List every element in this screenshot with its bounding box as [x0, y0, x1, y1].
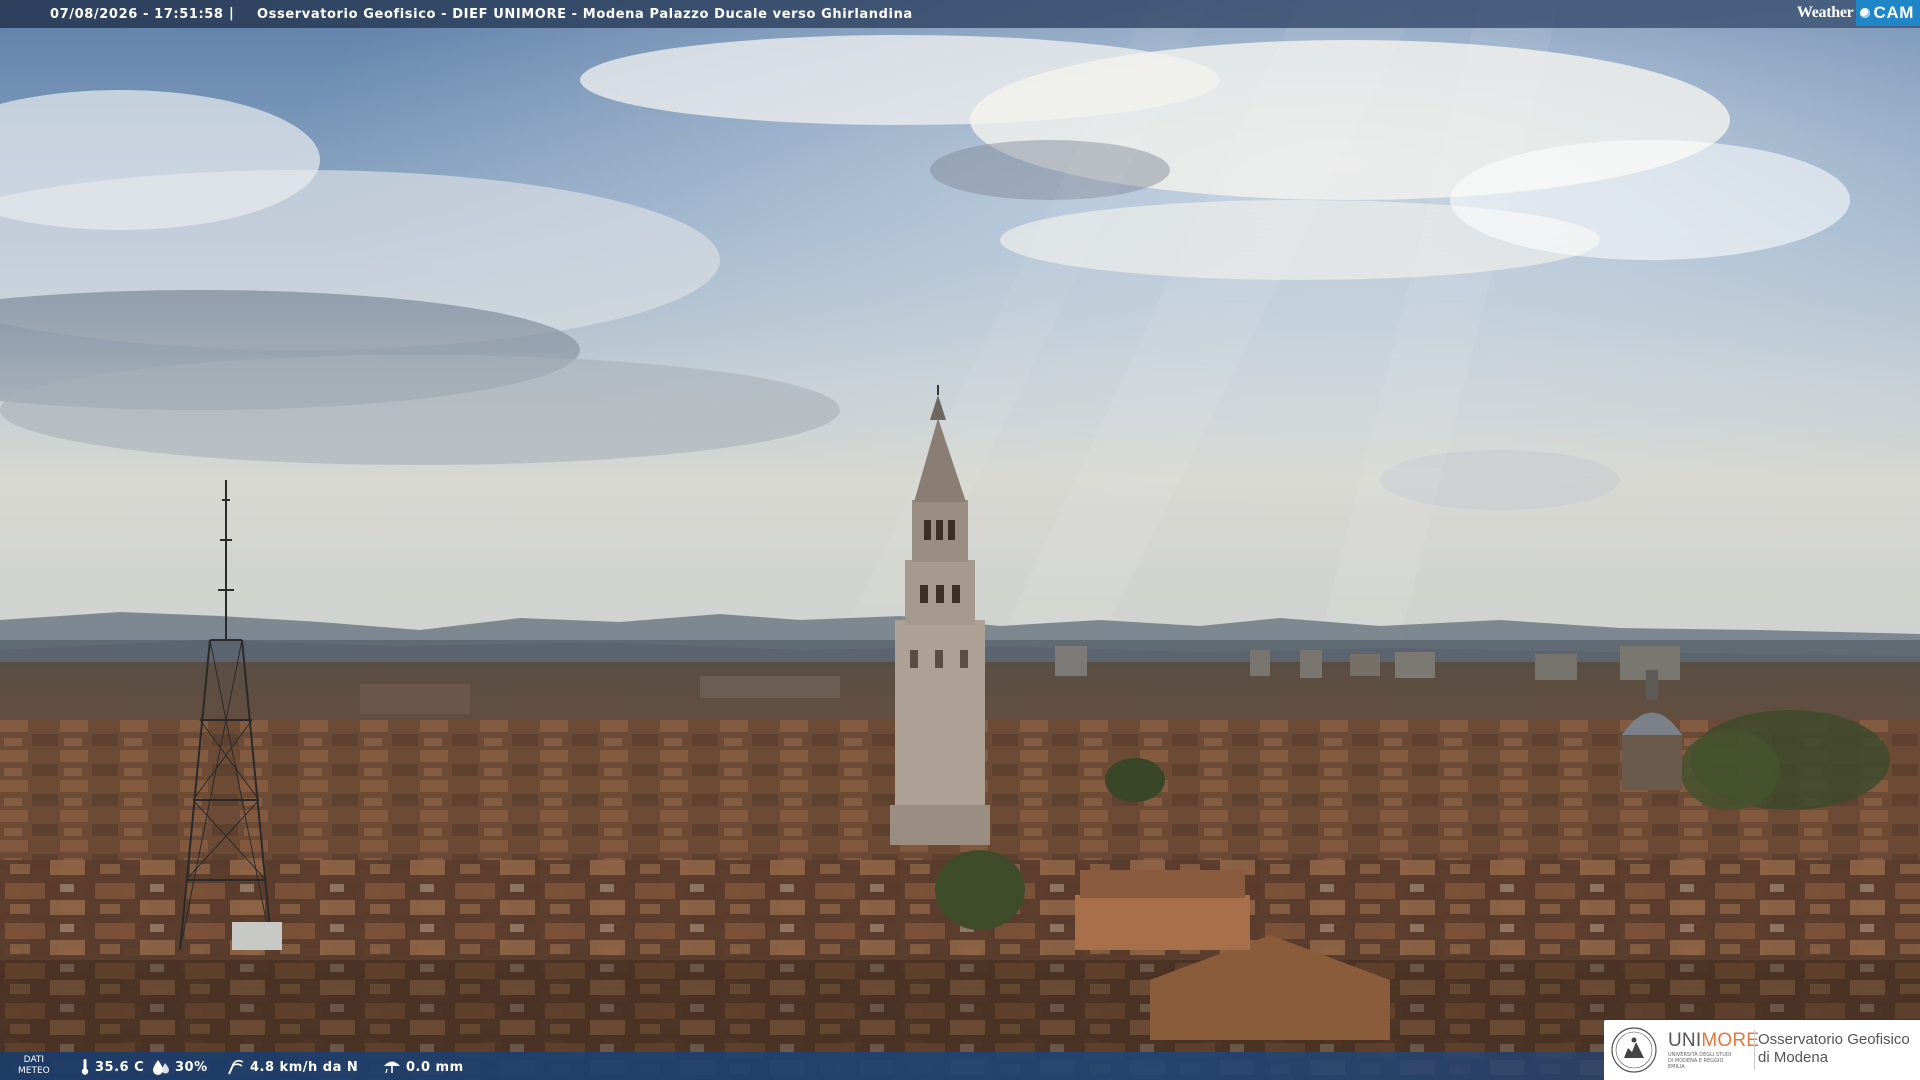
observatory-name-line1: Osservatorio Geofisico: [1758, 1031, 1910, 1048]
weathercam-logo-weather: Weather: [1796, 4, 1854, 21]
university-seal-icon: [1611, 1027, 1657, 1073]
wind-icon: [228, 1059, 244, 1075]
weather-data-label-line1: DATI: [23, 1055, 45, 1065]
weathercam-logo-cam: CAM: [1873, 3, 1914, 22]
timestamp: 07/08/2026 - 17:51:58: [50, 7, 224, 22]
temperature-value: 35.6 C: [95, 1059, 145, 1075]
unimore-wordmark-uni: UNI: [1668, 1030, 1702, 1051]
unimore-logo: UNIMORE UNIVERSITÀ DEGLI STUDI DI MODENA…: [1604, 1020, 1920, 1080]
humidity-drop-icon: [153, 1060, 169, 1075]
humidity-reading: 30%: [152, 1059, 208, 1075]
weathercam-logo: Weather CAM: [1797, 0, 1920, 26]
logo-divider: [1754, 1030, 1755, 1070]
observatory-name-line2: di Modena: [1758, 1049, 1829, 1066]
unimore-wordmark-more: MORE: [1701, 1030, 1760, 1051]
weather-data-label: DATI METEO: [18, 1055, 50, 1077]
rain-gauge-icon: [384, 1061, 400, 1074]
camera-location: Osservatorio Geofisico - DIEF UNIMORE - …: [257, 7, 913, 22]
camera-lens-icon: [1860, 8, 1871, 18]
camera-info-bar: 07/08/2026 - 17:51:58 | Osservatorio Geo…: [0, 0, 1920, 28]
separator: |: [229, 6, 235, 21]
rain-value: 0.0 mm: [406, 1059, 464, 1075]
wind-reading: 4.8 km/h da N: [225, 1059, 358, 1075]
humidity-value: 30%: [175, 1059, 208, 1075]
city-skyline-image: [0, 0, 1920, 1080]
observatory-name: Osservatorio Geofisico di Modena: [1758, 1031, 1910, 1067]
webcam-frame: 07/08/2026 - 17:51:58 | Osservatorio Geo…: [0, 0, 1920, 1080]
weather-data-label-line2: METEO: [18, 1066, 50, 1076]
weathercam-logo-cam-block: CAM: [1856, 0, 1920, 26]
wind-value: 4.8 km/h da N: [250, 1059, 359, 1075]
unimore-subtitle: UNIVERSITÀ DEGLI STUDI DI MODENA E REGGI…: [1668, 1052, 1732, 1070]
thermometer-icon: [81, 1059, 89, 1075]
unimore-wordmark: UNIMORE: [1668, 1030, 1759, 1052]
temperature-reading: 35.6 C: [80, 1059, 144, 1075]
rain-reading: 0.0 mm: [383, 1059, 464, 1075]
